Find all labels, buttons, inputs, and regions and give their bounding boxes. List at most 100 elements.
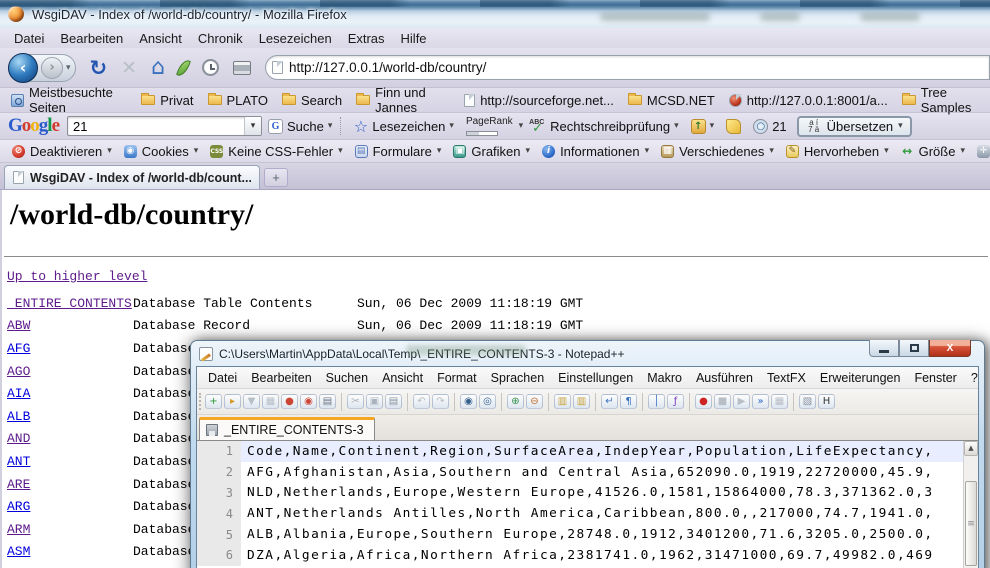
bookmark-item[interactable]: http://127.0.0.1:8001/a...	[722, 93, 895, 108]
notepad-tab[interactable]: _ENTIRE_CONTENTS-3	[199, 417, 375, 440]
toolbar-icon[interactable]: ▣	[366, 394, 383, 409]
stop-button[interactable]: ✕	[121, 57, 137, 79]
toolbar-icon[interactable]: ▸	[224, 394, 241, 409]
notepad-menu-item[interactable]: Ansicht	[375, 371, 430, 385]
toolbar-icon[interactable]: ↶	[413, 394, 430, 409]
toolbar-icon[interactable]	[689, 393, 690, 411]
toolbar-icon[interactable]: ⊖	[526, 394, 543, 409]
google-bookmarks-button[interactable]: ☆ Lesezeichen ▾	[347, 119, 460, 134]
entry-link[interactable]: AIA	[7, 386, 133, 401]
toolbar-icon[interactable]: H	[818, 394, 835, 409]
notepad-menu-item[interactable]: Erweiterungen	[813, 371, 908, 385]
entry-link[interactable]: ABW	[7, 318, 133, 333]
devtoolbar-item[interactable]: i Informationen ▾	[536, 144, 655, 159]
line-text[interactable]: ANT,Netherlands Antilles,North America,C…	[241, 503, 963, 524]
url-text[interactable]: http://127.0.0.1/world-db/country/	[289, 60, 486, 75]
minimize-button[interactable]	[869, 340, 899, 357]
menu-item[interactable]: Bearbeiten	[52, 31, 131, 46]
bookmark-item[interactable]: Search	[275, 93, 349, 108]
editor-line[interactable]: 2 AFG,Afghanistan,Asia,Southern and Cent…	[197, 462, 963, 483]
entry-link[interactable]: ARE	[7, 477, 133, 492]
toolbar-icon[interactable]: ↵	[601, 394, 618, 409]
toolbar-icon[interactable]: ¶	[620, 394, 637, 409]
toolbar-icon[interactable]: +	[205, 394, 222, 409]
google-search-value[interactable]: 21	[68, 119, 244, 134]
toolbar-icon[interactable]: ◉	[460, 394, 477, 409]
entry-link[interactable]: AND	[7, 431, 133, 446]
toolbar-icon[interactable]: ↷	[432, 394, 449, 409]
back-button[interactable]: ‹	[8, 53, 38, 83]
toolbar-icon[interactable]	[642, 393, 643, 411]
notepad-menu-item[interactable]: Bearbeiten	[244, 371, 318, 385]
line-text[interactable]: ALB,Albania,Europe,Southern Europe,28748…	[241, 524, 963, 545]
notepad-menu-item[interactable]: Ausführen	[689, 371, 760, 385]
toolbar-icon[interactable]: ▤	[385, 394, 402, 409]
entry-link[interactable]: ARM	[7, 522, 133, 537]
pagerank-button[interactable]: PageRank	[460, 117, 519, 136]
toolbar-icon[interactable]: ▼	[243, 394, 260, 409]
bookmark-item[interactable]: Tree Samples	[895, 85, 990, 115]
line-text[interactable]: NLD,Netherlands,Europe,Western Europe,41…	[241, 483, 963, 504]
menu-item[interactable]: Extras	[340, 31, 393, 46]
history-clock-icon[interactable]	[202, 59, 219, 76]
maximize-button[interactable]	[899, 340, 929, 357]
toolbar-icon[interactable]: ƒ	[667, 394, 684, 409]
toolbar-icon[interactable]: ●	[695, 394, 712, 409]
highlighter-button[interactable]	[720, 119, 747, 134]
entry-link[interactable]: ASM	[7, 544, 133, 559]
devtoolbar-item[interactable]: ✛ Extras ▾	[971, 144, 990, 159]
toolbar-icon[interactable]: ▦	[771, 394, 788, 409]
toolbar-icon[interactable]: ■	[714, 394, 731, 409]
search-dropdown-icon[interactable]: ▾	[244, 117, 261, 135]
scrollbar-thumb[interactable]: ≡	[965, 481, 977, 566]
toolbar-icon[interactable]: ✂	[347, 394, 364, 409]
line-text[interactable]: Code,Name,Continent,Region,SurfaceArea,I…	[241, 441, 963, 462]
notepad-menu-item[interactable]: Sprachen	[484, 371, 552, 385]
new-tab-button[interactable]: +	[264, 168, 288, 187]
bookmark-item[interactable]: Finn und Jannes	[349, 85, 457, 115]
devtoolbar-item[interactable]: ▤ Formulare ▾	[349, 144, 448, 159]
editor-scrollbar[interactable]: ▲ ≡	[963, 441, 978, 568]
notepad-menu-item[interactable]: Einstellungen	[551, 371, 640, 385]
toolbar-icon[interactable]	[793, 393, 794, 411]
devtoolbar-item[interactable]: ▣ Grafiken ▾	[447, 144, 536, 159]
editor-line[interactable]: 3 NLD,Netherlands,Europe,Western Europe,…	[197, 483, 963, 504]
editor-line[interactable]: 4 ANT,Netherlands Antilles,North America…	[197, 503, 963, 524]
notepad-menu-item[interactable]: Fenster	[907, 371, 963, 385]
google-search-input[interactable]: 21 ▾	[67, 116, 262, 136]
notepad-menu-item[interactable]: ?	[964, 371, 979, 385]
firefox-titlebar[interactable]: WsgiDAV - Index of /world-db/country/ - …	[0, 0, 990, 28]
notepad-menu-item[interactable]: Format	[430, 371, 484, 385]
toolbar-icon[interactable]	[548, 393, 549, 411]
toolbar-icon[interactable]	[595, 393, 596, 411]
entry-link[interactable]: ALB	[7, 409, 133, 424]
menu-item[interactable]: Chronik	[190, 31, 251, 46]
notepad-menu-item[interactable]: Suchen	[319, 371, 375, 385]
toolbar-icon[interactable]: ▦	[262, 394, 279, 409]
devtoolbar-item[interactable]: ◉ Cookies ▾	[118, 144, 205, 159]
notepad-titlebar[interactable]: C:\Users\Martin\AppData\Local\Temp\_ENTI…	[196, 341, 979, 366]
bookmark-item[interactable]: Privat	[134, 93, 200, 108]
up-to-higher-level-link[interactable]: Up to higher level	[7, 269, 147, 284]
notepad-menu-item[interactable]: Datei	[201, 371, 244, 385]
notepad-menu-item[interactable]: TextFX	[760, 371, 813, 385]
toolbar-icon[interactable]: »	[752, 394, 769, 409]
toolbar-icon[interactable]: ◉	[300, 394, 317, 409]
send-to-button[interactable]: ↑ ▾	[685, 119, 721, 134]
editor-area[interactable]: 1 Code,Name,Continent,Region,SurfaceArea…	[197, 441, 978, 568]
bookmark-item[interactable]: http://sourceforge.net...	[457, 93, 621, 108]
entry-link[interactable]: ENTIRE CONTENTS	[7, 296, 133, 311]
menu-item[interactable]: Hilfe	[393, 31, 435, 46]
editor-line[interactable]: 1 Code,Name,Continent,Region,SurfaceArea…	[197, 441, 963, 462]
toolbar-icon[interactable]: ▧	[799, 394, 816, 409]
toolbar-icon[interactable]: │	[648, 394, 665, 409]
reload-button[interactable]: ↻	[90, 58, 108, 78]
sage-feed-icon[interactable]	[176, 57, 191, 77]
toolbar-icon[interactable]: ⊕	[507, 394, 524, 409]
toolbar-icon[interactable]	[501, 393, 502, 411]
forward-button[interactable]: ›	[41, 57, 63, 79]
line-text[interactable]: DZA,Algeria,Africa,Northern Africa,23817…	[241, 545, 963, 566]
menu-item[interactable]: Lesezeichen	[251, 31, 340, 46]
menu-item[interactable]: Ansicht	[131, 31, 190, 46]
devtoolbar-item[interactable]: CSS Keine CSS-Fehler ▾	[204, 144, 348, 159]
